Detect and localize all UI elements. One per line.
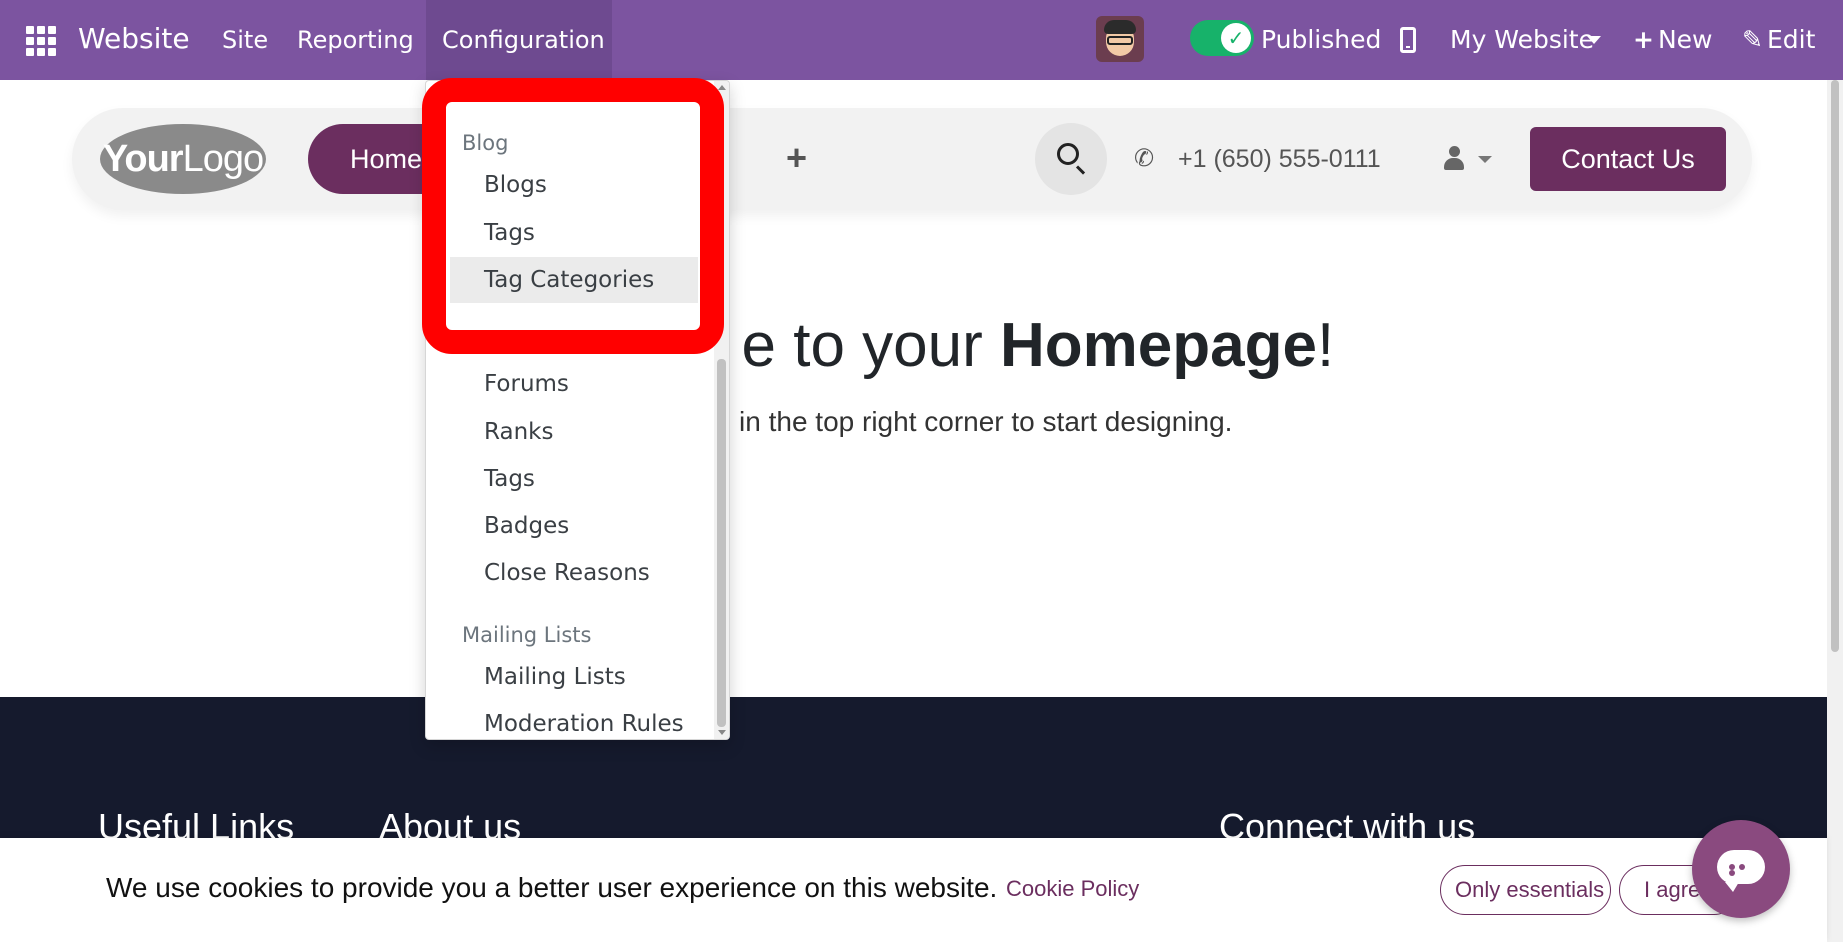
cookie-policy-link[interactable]: Cookie Policy	[1006, 874, 1139, 904]
dropdown-item-moderation-rules[interactable]: Moderation Rules	[450, 701, 698, 739]
menu-site[interactable]: Site	[222, 24, 268, 56]
hero-title-end: !	[1317, 311, 1335, 380]
pencil-icon: ✎	[1742, 25, 1763, 54]
dropdown-item-mailing-lists[interactable]: Mailing Lists	[450, 654, 698, 700]
website-selector[interactable]: My Website	[1450, 24, 1594, 56]
dropdown-item-forum-tags[interactable]: Tags	[450, 456, 698, 502]
menu-reporting[interactable]: Reporting	[297, 24, 414, 56]
scroll-up-icon[interactable]	[718, 85, 726, 90]
caret-down-icon[interactable]	[1587, 36, 1601, 44]
highlight-annotation	[422, 78, 724, 354]
cookie-banner: We use cookies to provide you a better u…	[0, 838, 1827, 942]
dropdown-header-mailing-lists: Mailing Lists	[462, 623, 592, 647]
new-button[interactable]: + New	[1633, 24, 1712, 56]
dropdown-scrollbar-thumb[interactable]	[717, 359, 726, 727]
published-label[interactable]: Published	[1261, 24, 1381, 56]
page-scrollbar-thumb[interactable]	[1831, 80, 1839, 652]
phone-icon: ✆	[1134, 144, 1155, 172]
hero-subtitle-text: in the top right corner to start designi…	[739, 406, 1233, 437]
publish-toggle[interactable]: ✓	[1190, 20, 1254, 56]
dropdown-item-close-reasons[interactable]: Close Reasons	[450, 550, 698, 596]
hero-title-bold: Homepage	[1000, 311, 1317, 380]
plus-icon: +	[1633, 25, 1654, 54]
odoo-top-bar: Website Site Reporting Configuration ✓ P…	[0, 0, 1843, 80]
logo-light: Logo	[182, 138, 265, 180]
dropdown-item-forums[interactable]: Forums	[450, 361, 698, 407]
search-icon	[1057, 143, 1079, 165]
search-button[interactable]	[1035, 123, 1107, 195]
only-essentials-button[interactable]: Only essentials	[1440, 865, 1611, 915]
contact-us-button[interactable]: Contact Us	[1530, 127, 1726, 191]
apps-grid-icon[interactable]	[26, 26, 56, 56]
user-avatar[interactable]	[1096, 16, 1144, 62]
app-name[interactable]: Website	[78, 20, 190, 58]
new-label: New	[1657, 25, 1713, 54]
user-icon[interactable]	[1443, 146, 1465, 170]
edit-button[interactable]: ✎ Edit	[1742, 24, 1815, 56]
check-icon: ✓	[1221, 23, 1251, 53]
scroll-down-icon[interactable]	[718, 730, 726, 735]
menu-configuration[interactable]: Configuration	[442, 24, 605, 56]
logo-bold: Your	[102, 138, 184, 180]
dropdown-item-badges[interactable]: Badges	[450, 503, 698, 549]
hero-title: Welcome to your Homepage!	[0, 308, 1843, 384]
mobile-icon[interactable]	[1400, 27, 1416, 53]
phone-number[interactable]: +1 (650) 555-0111	[1178, 143, 1381, 175]
page-scrollbar[interactable]	[1827, 80, 1843, 942]
hero-title-text: e to your	[741, 311, 1001, 380]
site-logo[interactable]: YourLogo	[100, 124, 266, 194]
user-caret-icon[interactable]	[1478, 156, 1492, 163]
chat-icon[interactable]	[1692, 820, 1790, 918]
hero-subtitle: Click Edit in the top right corner to st…	[0, 404, 1843, 440]
cookie-message: We use cookies to provide you a better u…	[106, 872, 998, 903]
add-menu-icon[interactable]: +	[786, 140, 807, 176]
edit-label: Edit	[1766, 25, 1816, 54]
dropdown-item-ranks[interactable]: Ranks	[450, 409, 698, 455]
